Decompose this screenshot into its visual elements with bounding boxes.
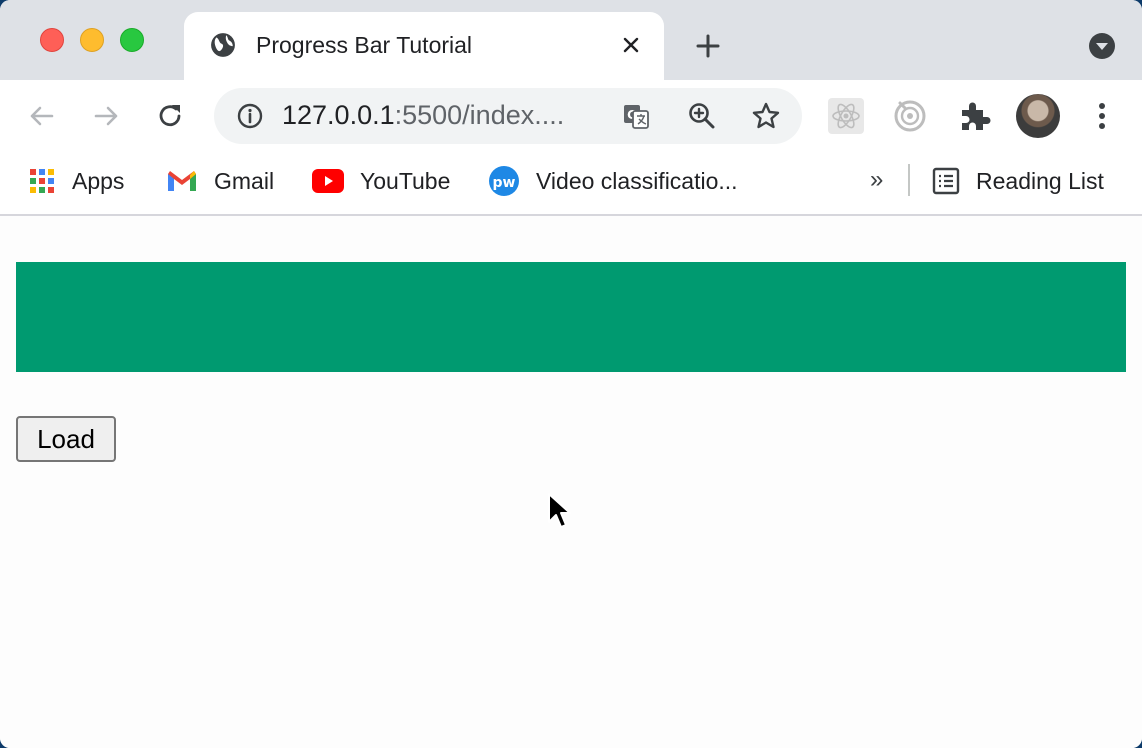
new-tab-icon[interactable] xyxy=(694,32,722,60)
bookmark-star-icon[interactable] xyxy=(750,100,782,132)
reading-list-button[interactable]: Reading List xyxy=(932,166,1104,196)
tab-progress-bar-tutorial[interactable]: Progress Bar Tutorial xyxy=(184,12,664,80)
address-url: 127.0.0.1:5500/index.... xyxy=(282,100,564,131)
reading-list-icon xyxy=(932,167,960,195)
extensions-puzzle-icon[interactable] xyxy=(956,98,992,134)
browser-toolbar: 127.0.0.1:5500/index.... G xyxy=(0,80,1142,152)
load-button[interactable]: Load xyxy=(16,416,116,462)
tab-strip: Progress Bar Tutorial xyxy=(0,0,1142,80)
page-content: Load xyxy=(0,218,1142,748)
bookmark-apps[interactable]: Apps xyxy=(28,166,124,196)
close-window-button[interactable] xyxy=(40,28,64,52)
url-host: 127.0.0.1 xyxy=(282,100,395,130)
svg-text:pw: pw xyxy=(493,175,516,191)
youtube-icon xyxy=(312,169,344,193)
browser-window: Progress Bar Tutorial 127.0.0.1:5500/ind… xyxy=(0,0,1142,748)
tab-title: Progress Bar Tutorial xyxy=(256,32,473,58)
react-devtools-icon[interactable] xyxy=(828,98,864,134)
mouse-cursor-icon xyxy=(548,493,571,528)
globe-icon xyxy=(211,33,235,57)
pw-icon: pw xyxy=(489,166,519,196)
forward-arrow-icon[interactable] xyxy=(90,100,122,132)
bookmark-youtube[interactable]: YouTube xyxy=(312,166,450,196)
maximize-window-button[interactable] xyxy=(120,28,144,52)
translate-icon[interactable]: G xyxy=(620,100,652,132)
url-path: :5500/index.... xyxy=(394,100,565,130)
progress-bar-fill xyxy=(16,262,1126,372)
apps-grid-icon xyxy=(30,169,54,193)
bookmarks-separator xyxy=(908,164,910,196)
zoom-icon[interactable] xyxy=(686,100,718,132)
progress-bar xyxy=(16,262,1126,372)
site-info-icon[interactable] xyxy=(236,102,264,130)
bookmark-video-classification[interactable]: pw Video classificatio... xyxy=(488,166,738,196)
profile-avatar[interactable] xyxy=(1016,94,1060,138)
extension-target-icon[interactable] xyxy=(892,98,928,134)
more-menu-icon[interactable] xyxy=(1090,100,1114,132)
gmail-icon xyxy=(168,171,196,191)
address-bar[interactable]: 127.0.0.1:5500/index.... G xyxy=(214,88,802,144)
bookmark-label: YouTube xyxy=(360,167,451,194)
bookmark-label: Video classificatio... xyxy=(536,167,738,194)
close-tab-icon[interactable] xyxy=(620,34,642,56)
reload-icon[interactable] xyxy=(154,100,186,132)
bookmarks-overflow-button[interactable]: » xyxy=(870,166,883,194)
tab-search-icon[interactable] xyxy=(1088,32,1116,60)
bookmark-label: Apps xyxy=(72,167,125,194)
bookmark-label: Gmail xyxy=(214,167,275,194)
bookmarks-bar: Apps Gmail YouTube pw Video classificati… xyxy=(0,152,1142,216)
minimize-window-button[interactable] xyxy=(80,28,104,52)
bookmark-gmail[interactable]: Gmail xyxy=(166,166,274,196)
back-arrow-icon[interactable] xyxy=(26,100,58,132)
reading-list-label: Reading List xyxy=(976,167,1104,194)
